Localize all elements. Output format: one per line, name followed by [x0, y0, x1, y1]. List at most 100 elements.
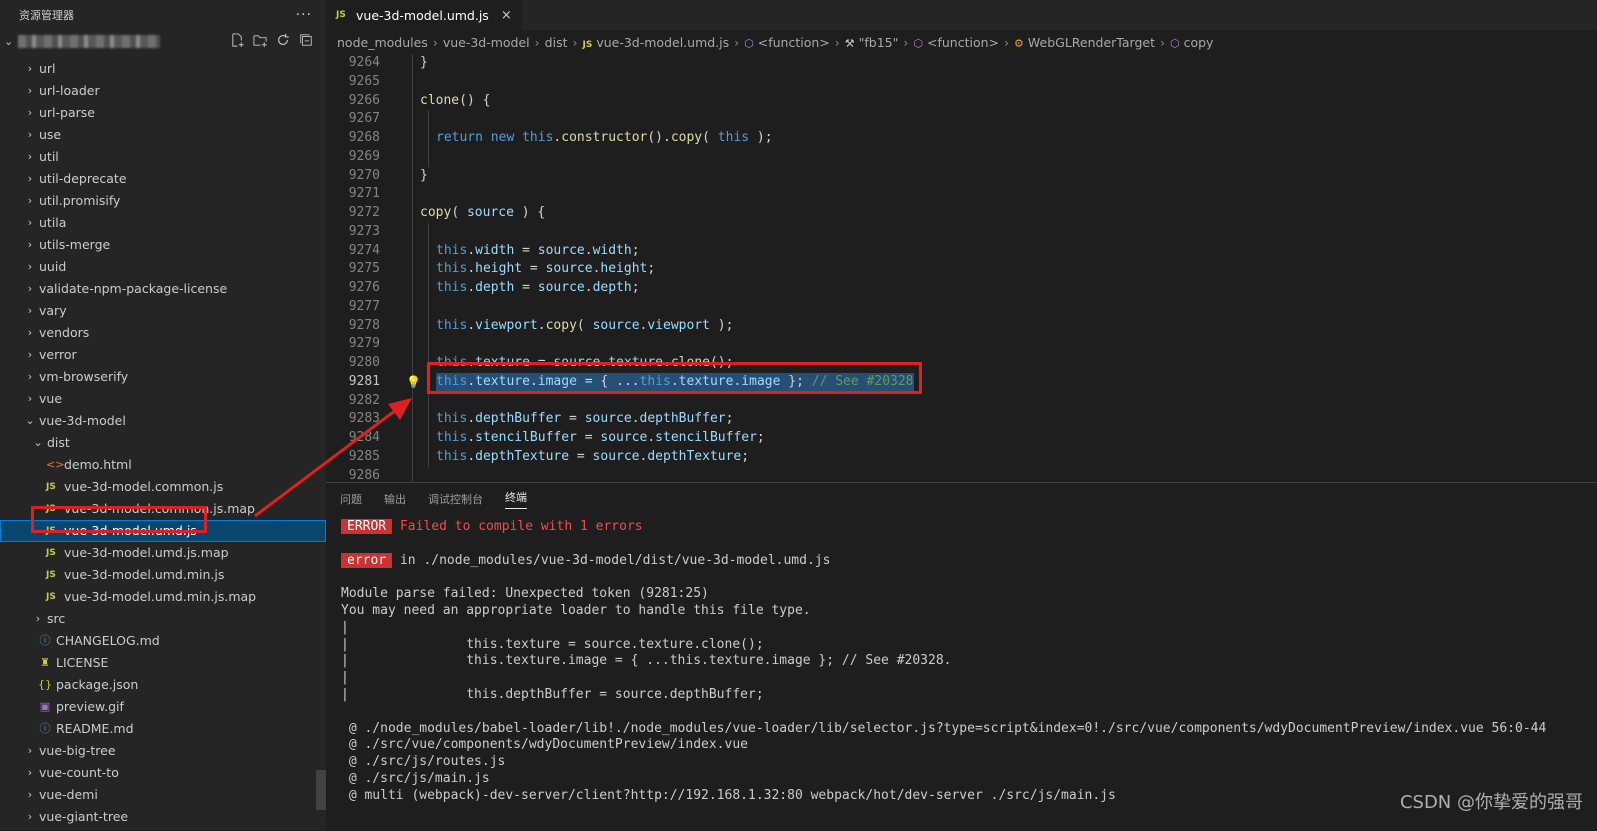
breadcrumb-item[interactable]: dist [545, 35, 568, 50]
code-line: 9268 return new this.constructor().copy( … [326, 129, 1597, 148]
tree-item-label: vue-3d-model.umd.js.map [64, 545, 229, 560]
breadcrumb-label: WebGLRenderTarget [1027, 34, 1155, 50]
file-item[interactable]: ⓘ README.md [0, 718, 326, 740]
line-number: 9271 [348, 186, 380, 202]
terminal-line: | this.texture.image = { ...this.texture… [341, 653, 952, 669]
breadcrumb-item[interactable]: ⚙ WebGLRenderTarget [1014, 35, 1155, 50]
folder-item[interactable]: › vue-count-to [0, 762, 326, 784]
workspace-section-header[interactable]: ⌄ [0, 30, 326, 52]
close-icon[interactable]: × [501, 8, 512, 23]
tree-item-label: util [39, 149, 59, 164]
panel-tab[interactable]: 问题 [340, 491, 362, 507]
code-line: 9269 [326, 148, 1597, 167]
folder-item[interactable]: › uuid [0, 256, 326, 278]
tree-item-label: vue-giant-tree [39, 809, 129, 824]
tree-item-label: validate-npm-package-license [39, 281, 228, 296]
terminal-error-line: ERROR Failed to compile with 1 errors [341, 519, 1546, 536]
indent-guide [428, 110, 429, 167]
folder-item[interactable]: › util.promisify [0, 190, 326, 212]
file-item[interactable]: JS vue-3d-model.umd.min.js [0, 564, 326, 586]
sidebar-scrollbar[interactable] [316, 770, 326, 810]
breadcrumb-item[interactable]: ⚒ "fb15" [845, 35, 899, 50]
breadcrumb-label: node_modules [337, 34, 428, 50]
breadcrumb-item[interactable]: JS vue-3d-model.umd.js [582, 35, 729, 50]
chevron-right-icon: › [27, 84, 33, 97]
tree-item-label: uuid [39, 259, 67, 274]
code-line: 9265 [326, 73, 1597, 92]
file-item[interactable]: {} package.json [0, 674, 326, 696]
tree-item-label: vue-3d-model.umd.min.js.map [64, 589, 257, 604]
code-line: 9279 [326, 335, 1597, 354]
terminal-output[interactable]: ERROR Failed to compile with 1 errors er… [341, 519, 1546, 805]
folder-item[interactable]: › use [0, 124, 326, 146]
chevron-right-icon: › [834, 34, 840, 50]
panel-tab[interactable]: 输出 [384, 491, 406, 507]
tree-item-label: LICENSE [56, 655, 109, 670]
refresh-icon[interactable] [275, 32, 291, 48]
breadcrumb-item[interactable]: vue-3d-model [443, 35, 530, 50]
file-item[interactable]: ▣ preview.gif [0, 696, 326, 718]
folder-item[interactable]: › util-deprecate [0, 168, 326, 190]
terminal-line: @ ./src/js/main.js [341, 770, 490, 786]
folder-item[interactable]: › vue-big-tree [0, 740, 326, 762]
folder-item[interactable]: › verror [0, 344, 326, 366]
tree-item-label: url-loader [39, 83, 100, 98]
new-file-icon[interactable] [229, 32, 245, 48]
breadcrumb-item[interactable]: node_modules [337, 35, 428, 50]
file-item[interactable]: JS vue-3d-model.umd.min.js.map [0, 586, 326, 608]
folder-item[interactable]: ⌄ vue-3d-model [0, 410, 326, 432]
folder-item[interactable]: › vue-giant-tree [0, 806, 326, 828]
file-item[interactable]: <> demo.html [0, 454, 326, 476]
more-actions-icon[interactable]: ··· [296, 7, 312, 23]
folder-item[interactable]: › vue [0, 388, 326, 410]
panel-tab[interactable]: 终端 [505, 489, 527, 509]
code-line: 9278 this.viewport.copy( source.viewport … [326, 317, 1597, 336]
code-text: copy( source ) { [420, 205, 546, 220]
breadcrumb: node_modules › vue-3d-model › dist › JS vue-3d-… [326, 30, 1597, 54]
code-editor[interactable]: 9264} 9265 9266 clone() {9267 9268 return new… [326, 54, 1597, 482]
folder-item[interactable]: › vue-demi [0, 784, 326, 806]
breadcrumb-label: vue-3d-model.umd.js [596, 34, 730, 50]
code-line: 9286 [326, 467, 1597, 483]
error-badge-lower: error [341, 552, 393, 568]
folder-item[interactable]: › util [0, 146, 326, 168]
tree-item-label: vm-browserify [39, 369, 129, 384]
line-number: 9286 [348, 467, 380, 483]
folder-item[interactable]: › src [0, 608, 326, 630]
folder-item[interactable]: › url [0, 58, 326, 80]
chevron-right-icon: › [432, 34, 438, 50]
folder-item[interactable]: › validate-npm-package-license [0, 278, 326, 300]
collapse-all-icon[interactable] [298, 32, 314, 48]
code-line: 9272 copy( source ) { [326, 204, 1597, 223]
folder-item[interactable]: › url-parse [0, 102, 326, 124]
terminal-line: @ ./node_modules/babel-loader/lib!./node… [341, 720, 1547, 736]
file-item[interactable]: JS vue-3d-model.umd.js.map [0, 542, 326, 564]
breadcrumb-item[interactable]: ⬡ <function> [913, 35, 999, 50]
folder-item[interactable]: › vary [0, 300, 326, 322]
breadcrumb-item[interactable]: ⬡ copy [1170, 35, 1213, 50]
breadcrumb-item[interactable]: ⬡ <function> [744, 35, 830, 50]
breadcrumb-label: <function> [757, 34, 830, 50]
file-item[interactable]: JS vue-3d-model.common.js [0, 476, 326, 498]
panel-tab[interactable]: 调试控制台 [428, 491, 483, 507]
terminal-error-file-line: error in ./node_modules/vue-3d-model/dis… [341, 552, 1546, 570]
line-number: 9284 [348, 430, 380, 445]
folder-item[interactable]: › vm-browserify [0, 366, 326, 388]
folder-item[interactable]: ⌄ dist [0, 432, 326, 454]
file-item[interactable]: ⓘ CHANGELOG.md [0, 630, 326, 652]
file-item[interactable]: ♜ LICENSE [0, 652, 326, 674]
explorer-sidebar: 资源管理器 ··· ⌄ › url › url-loader › url-parse › us… [0, 0, 326, 830]
folder-item[interactable]: › url-loader [0, 80, 326, 102]
explorer-title: 资源管理器 [19, 9, 74, 22]
folder-item[interactable]: › utila [0, 212, 326, 234]
folder-item[interactable]: › utils-merge [0, 234, 326, 256]
line-number: 9276 [348, 280, 380, 295]
terminal-line: | [341, 619, 349, 635]
tree-item-label: url [39, 61, 56, 76]
editor-tab-active[interactable]: JS vue-3d-model.umd.js × [326, 0, 522, 30]
folder-item[interactable]: › vendors [0, 322, 326, 344]
lightbulb-icon[interactable]: 💡 [406, 373, 421, 392]
new-folder-icon[interactable] [252, 32, 268, 48]
chevron-right-icon: › [27, 744, 33, 757]
